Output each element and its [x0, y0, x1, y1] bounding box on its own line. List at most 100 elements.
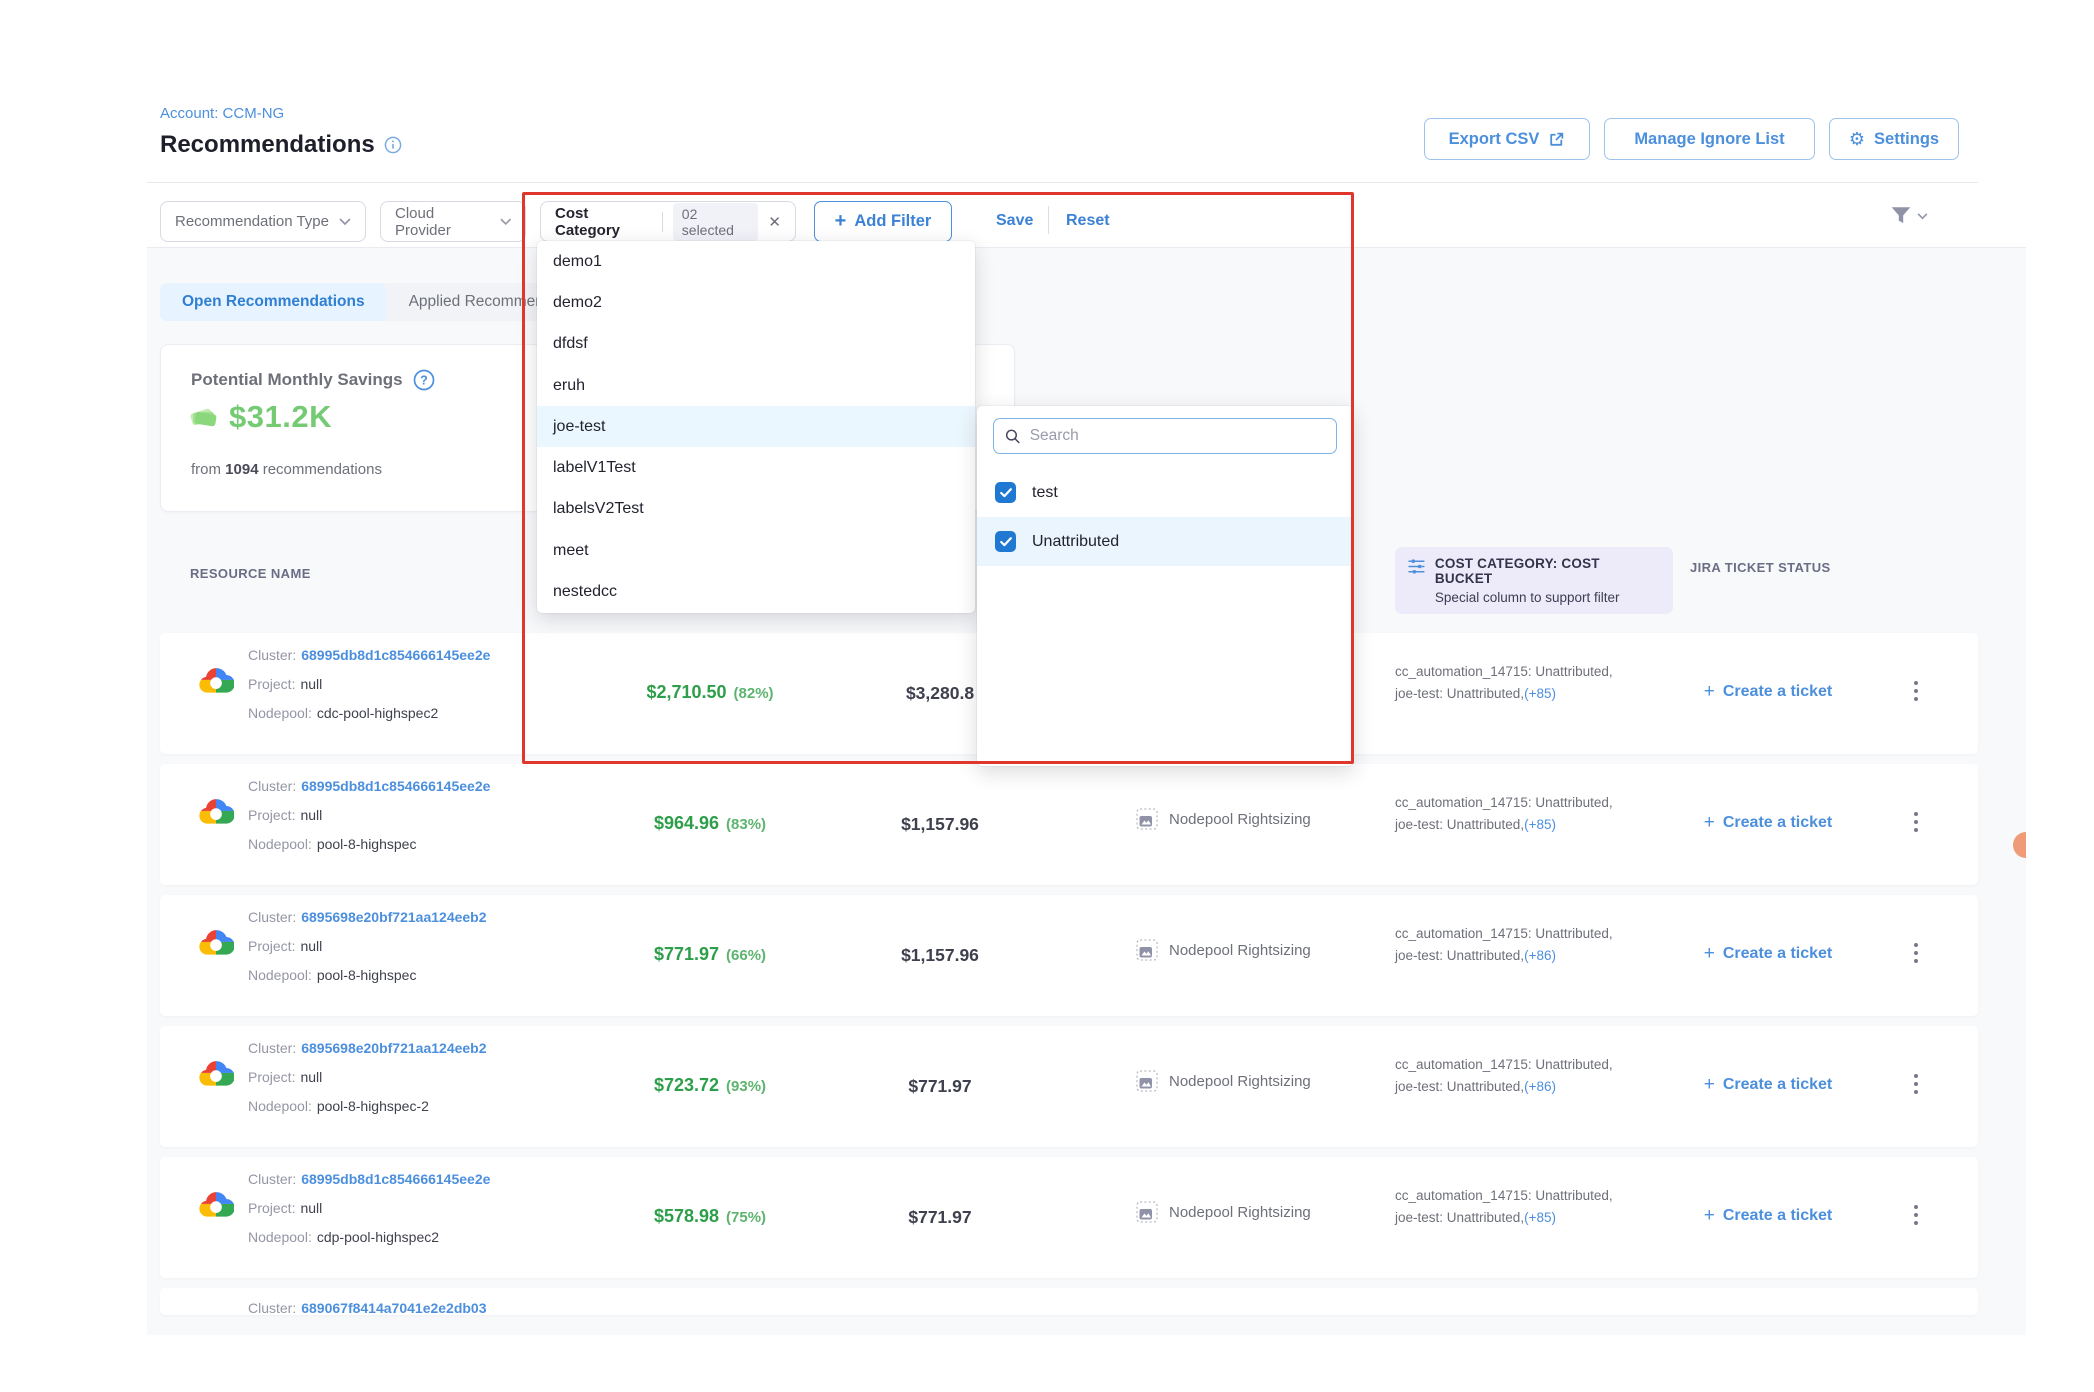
monthly-cost-cell: $1,157.96 [860, 945, 1020, 966]
manage-ignore-list-button[interactable]: Manage Ignore List [1604, 118, 1815, 160]
dropdown-item[interactable]: eruh [537, 365, 975, 406]
gcp-icon [198, 1059, 234, 1089]
table-row[interactable]: Cluster:68995db8d1c854666145ee2e Project… [160, 764, 1978, 885]
dropdown-item[interactable]: demo2 [537, 282, 975, 323]
row-menu-button[interactable] [1910, 677, 1922, 705]
more-buckets-link[interactable]: (+85) [1524, 1210, 1556, 1225]
dropdown-item[interactable]: meet [537, 530, 975, 571]
monthly-savings-cell: $964.96(83%) [610, 813, 810, 834]
checkbox-checked-icon[interactable] [995, 482, 1016, 503]
cost-category-filter-label: Cost Category [555, 205, 652, 239]
cluster-link[interactable]: 689067f8414a7041e2e2db03 [301, 1300, 486, 1315]
nodepool-value: cdp-pool-highspec2 [317, 1229, 439, 1245]
table-row-partial[interactable]: Cluster:689067f8414a7041e2e2db03 [160, 1288, 1978, 1315]
action-divider [1048, 206, 1049, 234]
nodepool-icon [1136, 808, 1158, 830]
cost-category-filter-chip[interactable]: Cost Category 02 selected ✕ [540, 201, 796, 242]
plus-icon: + [1704, 1205, 1715, 1227]
export-csv-button[interactable]: Export CSV [1424, 118, 1590, 160]
cost-category-selected-count: 02 selected [673, 203, 759, 241]
bucket-option-unattributed[interactable]: Unattributed [977, 517, 1353, 566]
recommendation-count: 1094 [225, 461, 258, 478]
cluster-link[interactable]: 68995db8d1c854666145ee2e [301, 647, 490, 663]
help-icon[interactable]: ? [413, 369, 435, 391]
cloud-provider-label: Cloud Provider [395, 205, 490, 239]
settings-label: Settings [1874, 130, 1939, 149]
dropdown-item[interactable]: labelsV2Test [537, 489, 975, 530]
bucket-search-input[interactable] [1030, 427, 1325, 445]
dropdown-item-selected[interactable]: joe-test [537, 406, 975, 447]
nodepool-icon [1136, 939, 1158, 961]
recommendation-type-cell: Nodepool Rightsizing [1136, 939, 1311, 961]
svg-text:?: ? [420, 373, 428, 387]
search-icon [1005, 428, 1021, 445]
close-icon[interactable]: ✕ [768, 213, 781, 231]
project-value: null [300, 1200, 322, 1216]
savings-amount-row: $31.2K [187, 399, 332, 435]
chevron-down-icon [500, 218, 511, 226]
nodepool-value: pool-8-highspec [317, 967, 417, 983]
filter-panel-toggle[interactable] [1890, 206, 1928, 226]
nodepool-value: pool-8-highspec-2 [317, 1098, 429, 1114]
recommendation-type-filter[interactable]: Recommendation Type [160, 201, 366, 242]
create-ticket-button[interactable]: +Create a ticket [1678, 812, 1858, 834]
plus-icon: + [1704, 1074, 1715, 1096]
cloud-provider-filter[interactable]: Cloud Provider [380, 201, 526, 242]
dropdown-item[interactable]: demo1 [537, 241, 975, 282]
row-menu-button[interactable] [1910, 1201, 1922, 1229]
more-buckets-link[interactable]: (+86) [1524, 1079, 1556, 1094]
more-buckets-link[interactable]: (+85) [1524, 817, 1556, 832]
nodepool-value: cdc-pool-highspec2 [317, 705, 438, 721]
savings-subtitle: from 1094 recommendations [191, 461, 382, 478]
bucket-option-label: test [1032, 484, 1058, 502]
row-menu-button[interactable] [1910, 808, 1922, 836]
gcp-icon [198, 797, 234, 827]
nodepool-value: pool-8-highspec [317, 836, 417, 852]
monthly-cost-cell: $771.97 [860, 1076, 1020, 1097]
bucket-option-label: Unattributed [1032, 533, 1119, 551]
cluster-link[interactable]: 6895698e20bf721aa124eeb2 [301, 1040, 486, 1056]
gcp-icon [198, 666, 234, 696]
project-value: null [300, 676, 322, 692]
plus-icon: + [1704, 943, 1715, 965]
project-value: null [300, 938, 322, 954]
checkbox-checked-icon[interactable] [995, 531, 1016, 552]
save-filter-button[interactable]: Save [996, 212, 1033, 230]
breadcrumb-account: Account: CCM-NG [160, 105, 284, 122]
bucket-search[interactable] [993, 418, 1337, 454]
add-filter-button[interactable]: + Add Filter [814, 201, 952, 242]
table-row[interactable]: Cluster:6895698e20bf721aa124eeb2 Project… [160, 1026, 1978, 1147]
monthly-savings-cell: $2,710.50(82%) [610, 682, 810, 703]
create-ticket-button[interactable]: +Create a ticket [1678, 1074, 1858, 1096]
row-menu-button[interactable] [1910, 1070, 1922, 1098]
settings-button[interactable]: ⚙ Settings [1829, 118, 1959, 160]
more-buckets-link[interactable]: (+85) [1524, 686, 1556, 701]
dropdown-item[interactable]: dfdsf [537, 324, 975, 365]
table-row[interactable]: Cluster:6895698e20bf721aa124eeb2 Project… [160, 895, 1978, 1016]
recommendation-type-cell: Nodepool Rightsizing [1136, 808, 1311, 830]
table-row[interactable]: Cluster:68995db8d1c854666145ee2e Project… [160, 1157, 1978, 1278]
reset-filter-button[interactable]: Reset [1066, 212, 1110, 230]
create-ticket-button[interactable]: +Create a ticket [1678, 681, 1858, 703]
more-buckets-link[interactable]: (+86) [1524, 948, 1556, 963]
gcp-icon [198, 928, 234, 958]
cluster-link[interactable]: 68995db8d1c854666145ee2e [301, 1171, 490, 1187]
cost-bucket-cell: cc_automation_14715: Unattributed, joe-t… [1395, 661, 1613, 705]
chevron-down-icon [339, 218, 351, 226]
plus-icon: + [835, 210, 847, 233]
cost-bucket-header-subtitle: Special column to support filter [1435, 590, 1660, 605]
row-menu-button[interactable] [1910, 939, 1922, 967]
monthly-savings-cell: $771.97(66%) [610, 944, 810, 965]
dropdown-item[interactable]: labelV1Test [537, 447, 975, 488]
dropdown-item[interactable]: nestedcc [537, 571, 975, 612]
external-link-icon [1548, 131, 1565, 148]
cost-bucket-cell: cc_automation_14715: Unattributed, joe-t… [1395, 1054, 1613, 1098]
create-ticket-button[interactable]: +Create a ticket [1678, 943, 1858, 965]
tab-open-recommendations[interactable]: Open Recommendations [160, 283, 387, 321]
bucket-option-test[interactable]: test [977, 468, 1353, 517]
create-ticket-button[interactable]: +Create a ticket [1678, 1205, 1858, 1227]
cluster-link[interactable]: 6895698e20bf721aa124eeb2 [301, 909, 486, 925]
recommendation-type-cell: Nodepool Rightsizing [1136, 1070, 1311, 1092]
cluster-link[interactable]: 68995db8d1c854666145ee2e [301, 778, 490, 794]
money-icon [187, 402, 219, 432]
